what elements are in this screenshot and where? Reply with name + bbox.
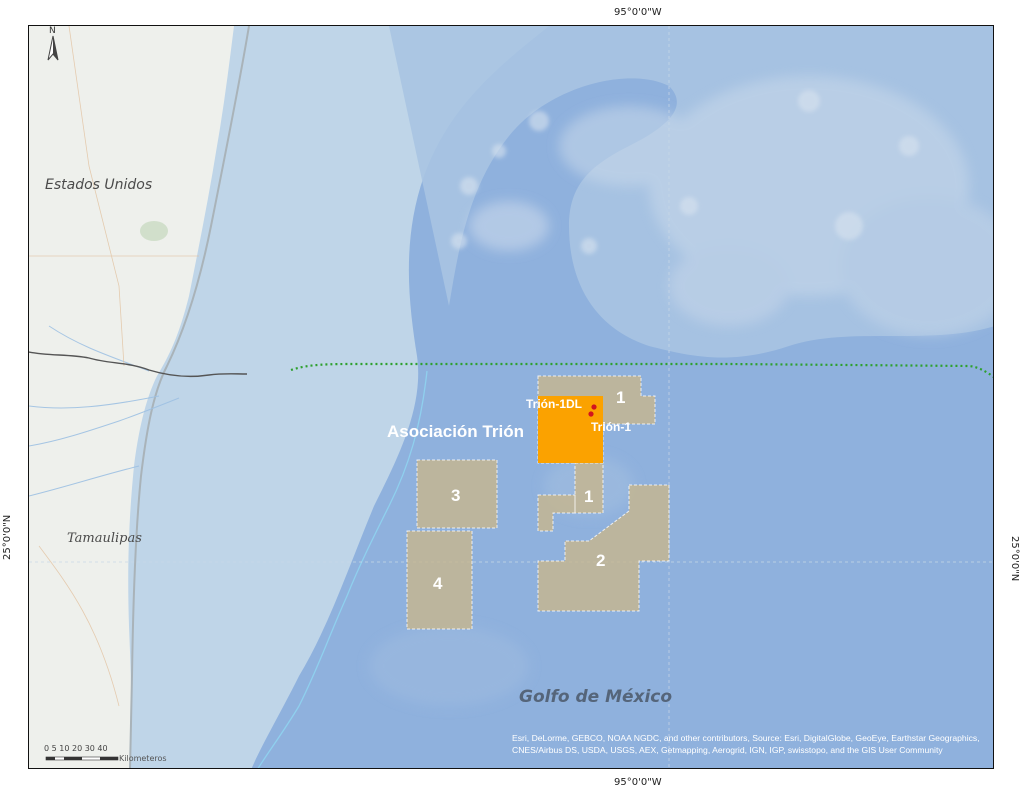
longitude-tick-top: 95°0'0"W	[614, 7, 662, 18]
attribution-credits: Esri, DeLorme, GEBCO, NOAA NGDC, and oth…	[512, 733, 980, 755]
well-trion-1-marker[interactable]	[588, 411, 594, 417]
block-label-2: 2	[596, 551, 606, 570]
map-canvas[interactable]	[29, 26, 994, 769]
label-estados-unidos: Estados Unidos	[45, 177, 153, 193]
label-trion-1: Trión-1	[591, 420, 632, 434]
block-label-4: 4	[433, 574, 443, 593]
label-tamaulipas: Tamaulipas	[67, 531, 142, 546]
map-frame[interactable]: Estados Unidos Tamaulipas Golfo de Méxic…	[28, 25, 994, 769]
north-arrow-icon	[47, 35, 59, 61]
vegetation-patch	[140, 221, 168, 241]
latitude-tick-left: 25°0'0"N	[2, 514, 13, 560]
well-trion-1dl-marker[interactable]	[591, 404, 597, 410]
latitude-tick-right: 25°0'0"N	[1009, 536, 1020, 582]
label-asociacion-trion: Asociación Trión	[387, 422, 524, 441]
label-trion-1dl: Trión-1DL	[526, 397, 582, 411]
longitude-tick-bottom: 95°0'0"W	[614, 777, 662, 788]
label-golfo-de-mexico: Golfo de México	[519, 687, 673, 707]
block-label-3: 3	[451, 486, 461, 505]
block-label-1-north: 1	[616, 388, 626, 407]
block-label-1-south: 1	[584, 487, 594, 506]
scale-bar-unit: Kilometeros	[119, 754, 167, 763]
